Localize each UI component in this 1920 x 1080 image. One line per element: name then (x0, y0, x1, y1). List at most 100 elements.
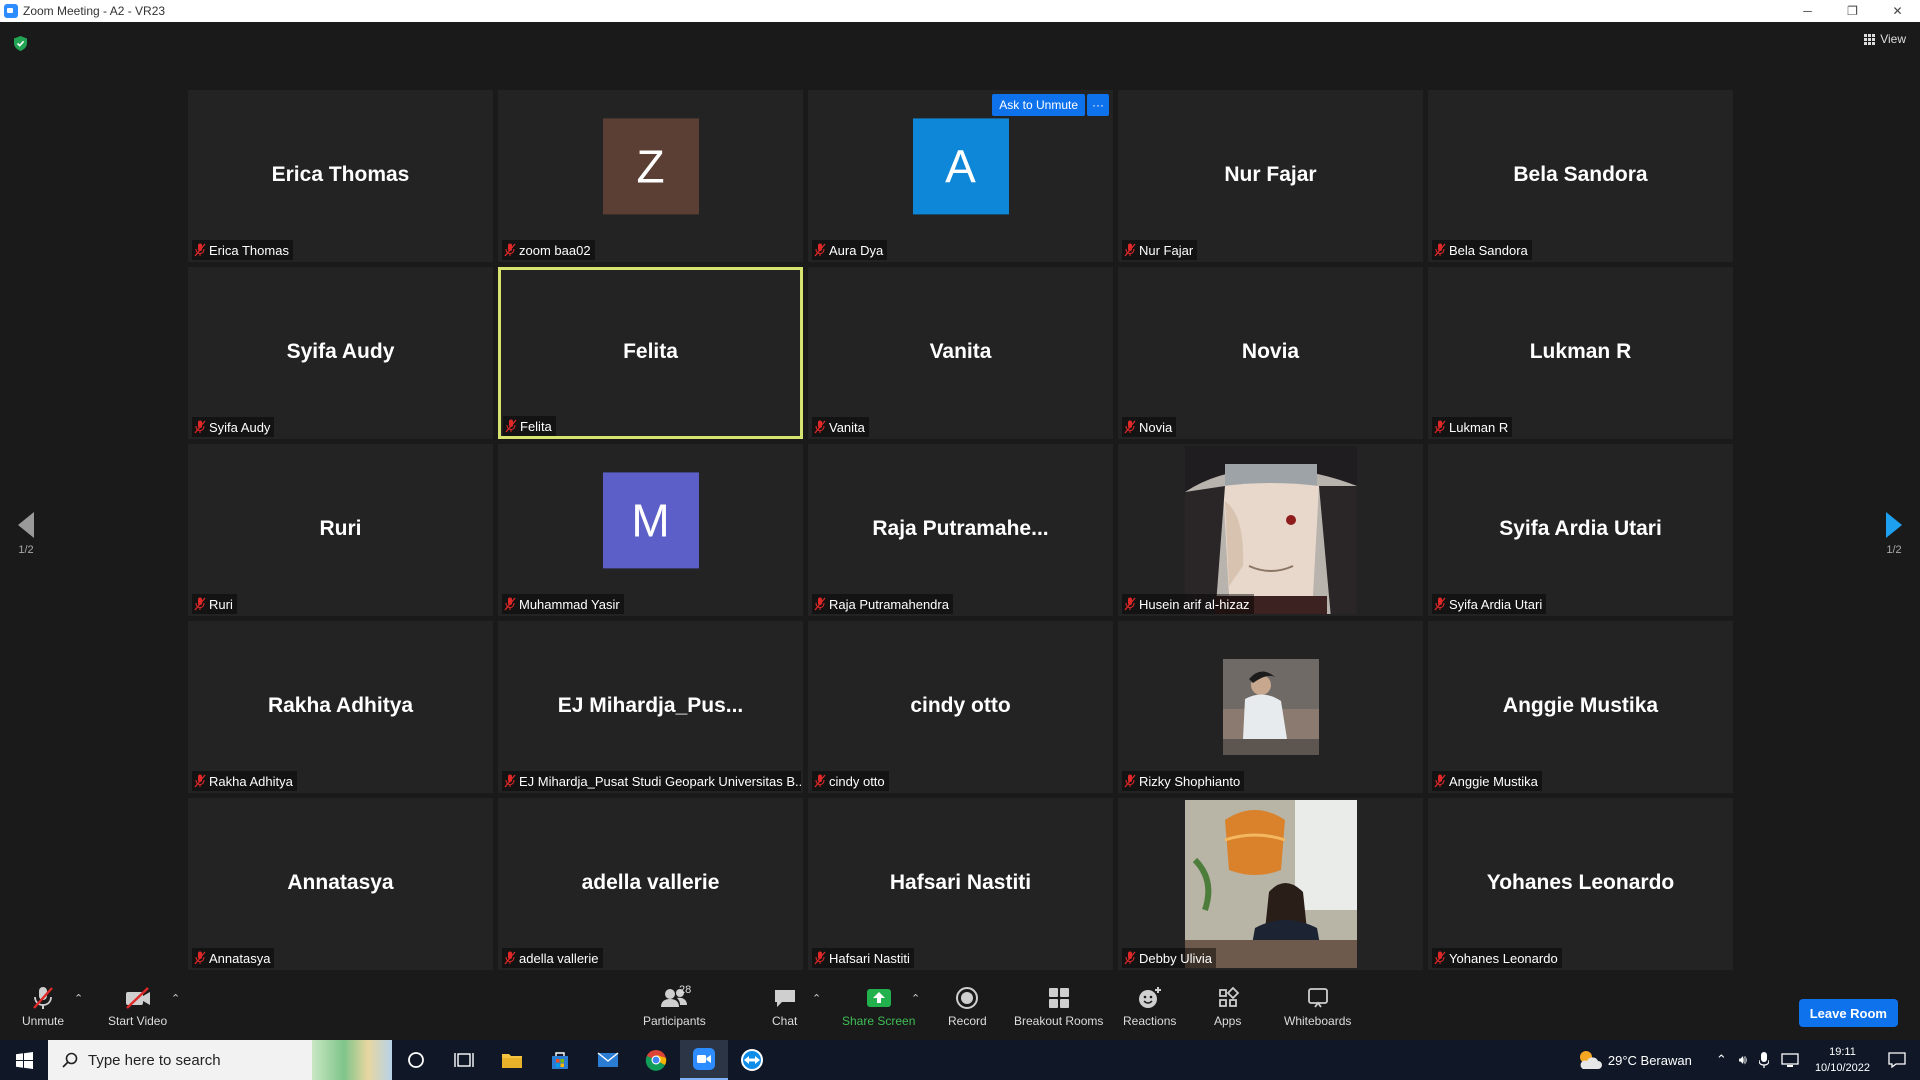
next-page-button[interactable]: 1/2 (1886, 512, 1902, 556)
view-button[interactable]: View (1864, 32, 1906, 46)
reactions-button[interactable]: Reactions (1123, 986, 1176, 1028)
share-options-caret-icon[interactable]: ⌃ (911, 992, 920, 1005)
participant-tile[interactable]: Husein arif al-hizaz (1118, 444, 1423, 616)
reactions-icon (1138, 987, 1161, 1008)
start-video-label: Start Video (108, 1014, 168, 1028)
mic-muted-icon (1124, 951, 1136, 965)
taskbar-search-box[interactable]: Type here to search (48, 1040, 392, 1080)
mic-muted-icon (1124, 420, 1136, 434)
participant-tile[interactable]: Syifa Audy Syifa Audy (188, 267, 493, 439)
participant-tile[interactable]: Zzoom baa02 (498, 90, 803, 262)
microphone-icon[interactable] (1758, 1052, 1769, 1068)
taskbar-mail[interactable] (584, 1040, 632, 1080)
participant-tile[interactable]: Hafsari Nastiti Hafsari Nastiti (808, 798, 1113, 970)
participant-name-label: Annatasya (192, 948, 275, 968)
participant-tile[interactable]: Vanita Vanita (808, 267, 1113, 439)
participant-name: Ruri (209, 596, 233, 612)
participant-avatar: A (912, 118, 1009, 215)
mic-muted-icon (505, 419, 517, 433)
participant-name: Annatasya (209, 950, 271, 966)
leave-room-button[interactable]: Leave Room (1798, 999, 1898, 1027)
participant-display-name: Syifa Ardia Utari (1499, 516, 1662, 540)
mic-muted-icon (1124, 774, 1136, 788)
participant-tile[interactable]: Erica Thomas Erica Thomas (188, 90, 493, 262)
participant-tile[interactable]: Rizky Shophianto (1118, 621, 1423, 793)
chat-button[interactable]: Chat (772, 986, 797, 1028)
start-button[interactable] (0, 1040, 48, 1080)
taskbar-zoom[interactable] (680, 1040, 728, 1080)
view-label: View (1880, 32, 1906, 46)
weather-widget[interactable]: 29°C Berawan (1576, 1049, 1692, 1071)
participant-name: Aura Dya (829, 242, 884, 258)
taskbar-teamviewer[interactable] (728, 1040, 776, 1080)
chat-label: Chat (772, 1014, 798, 1028)
video-options-caret-icon[interactable]: ⌃ (171, 992, 180, 1005)
share-screen-icon (866, 989, 891, 1007)
participant-name-label: Rakha Adhitya (192, 771, 297, 791)
participant-display-name: Bela Sandora (1513, 162, 1648, 186)
previous-page-button[interactable]: 1/2 (18, 512, 34, 556)
participant-tile[interactable]: M Muhammad Yasir (498, 444, 803, 616)
participant-tile[interactable]: Annatasya Annatasya (188, 798, 493, 970)
taskbar-clock[interactable]: 19:11 10/10/2022 (1815, 1044, 1870, 1076)
participants-button[interactable]: 28 Participants (643, 984, 706, 1028)
minimize-button[interactable]: ─ (1785, 0, 1830, 22)
taskbar-file-explorer[interactable] (488, 1040, 536, 1080)
share-screen-label: Share Screen (842, 1014, 916, 1028)
participant-tile[interactable]: Felita Felita (498, 267, 803, 439)
participant-tile[interactable]: Bela Sandora Bela Sandora (1428, 90, 1733, 262)
mic-muted-icon (194, 951, 206, 965)
mic-muted-icon (194, 774, 206, 788)
network-icon[interactable] (1781, 1052, 1799, 1068)
record-label: Record (948, 1014, 987, 1028)
start-video-button[interactable]: Start Video (108, 986, 167, 1028)
participant-name-label: Novia (1122, 417, 1177, 437)
participant-tile[interactable]: Syifa Ardia Utari Syifa Ardia Utari (1428, 444, 1733, 616)
participant-name: Rakha Adhitya (209, 773, 293, 789)
show-hidden-icons-icon[interactable]: ⌃ (1716, 1052, 1727, 1068)
windows-logo-icon (15, 1051, 33, 1069)
participant-name-label: Syifa Audy (192, 417, 275, 437)
participant-tile[interactable]: Debby Ulivia (1118, 798, 1423, 970)
participant-tile[interactable]: EJ Mihardja_Pus... EJ Mihardja_Pusat Stud… (498, 621, 803, 793)
participant-name: adella vallerie (519, 950, 599, 966)
participant-tile[interactable]: Lukman R Lukman R (1428, 267, 1733, 439)
clock-date: 10/10/2022 (1814, 1062, 1870, 1074)
arrow-left-icon (18, 512, 34, 538)
participant-tile[interactable]: Raja Putramahe... Raja Putramahendra (808, 444, 1113, 616)
audio-options-caret-icon[interactable]: ⌃ (74, 992, 83, 1005)
shield-icon[interactable] (14, 36, 27, 51)
mic-muted-icon (1124, 597, 1136, 611)
participant-tile[interactable]: Rakha Adhitya Rakha Adhitya (188, 621, 493, 793)
participant-tile[interactable]: Yohanes Leonardo Yohanes Leonardo (1428, 798, 1733, 970)
breakout-rooms-button[interactable]: Breakout Rooms (1014, 986, 1103, 1028)
share-screen-button[interactable]: Share Screen (842, 986, 915, 1028)
participant-tile[interactable]: Novia Novia (1118, 267, 1423, 439)
cortana-button[interactable] (392, 1040, 440, 1080)
notifications-icon[interactable] (1888, 1052, 1906, 1068)
task-view-button[interactable] (440, 1040, 488, 1080)
participant-tile[interactable]: Ruri Ruri (188, 444, 493, 616)
mic-muted-icon (504, 774, 516, 788)
record-button[interactable]: Record (948, 986, 987, 1028)
taskbar-store[interactable] (536, 1040, 584, 1080)
apps-button[interactable]: Apps (1214, 986, 1241, 1028)
close-button[interactable]: ✕ (1875, 0, 1920, 22)
whiteboards-button[interactable]: Whiteboards (1284, 986, 1351, 1028)
participant-tile[interactable]: Nur Fajar Nur Fajar (1118, 90, 1423, 262)
mic-muted-icon (1434, 774, 1446, 788)
unmute-button[interactable]: Unmute (22, 986, 64, 1028)
participant-tile[interactable]: A Aura Dya Ask to Unmute ··· (808, 90, 1113, 262)
meeting-area: View 1/2 1/2 Erica Thomas Erica Thomas Zzo… (0, 22, 1920, 980)
participant-name: Vanita (829, 419, 865, 435)
participant-tile[interactable]: Anggie Mustika Anggie Mustika (1428, 621, 1733, 793)
participant-tile[interactable]: adella vallerie adella vallerie (498, 798, 803, 970)
speaker-icon[interactable]: 🔊︎ (1739, 1052, 1747, 1068)
chat-options-caret-icon[interactable]: ⌃ (812, 992, 821, 1005)
more-options-button[interactable]: ··· (1087, 94, 1109, 116)
taskbar-chrome[interactable] (632, 1040, 680, 1080)
mic-muted-icon (814, 597, 826, 611)
restore-button[interactable]: ❐ (1830, 0, 1875, 22)
ask-to-unmute-button[interactable]: Ask to Unmute (992, 94, 1085, 116)
participant-tile[interactable]: cindy otto cindy otto (808, 621, 1113, 793)
